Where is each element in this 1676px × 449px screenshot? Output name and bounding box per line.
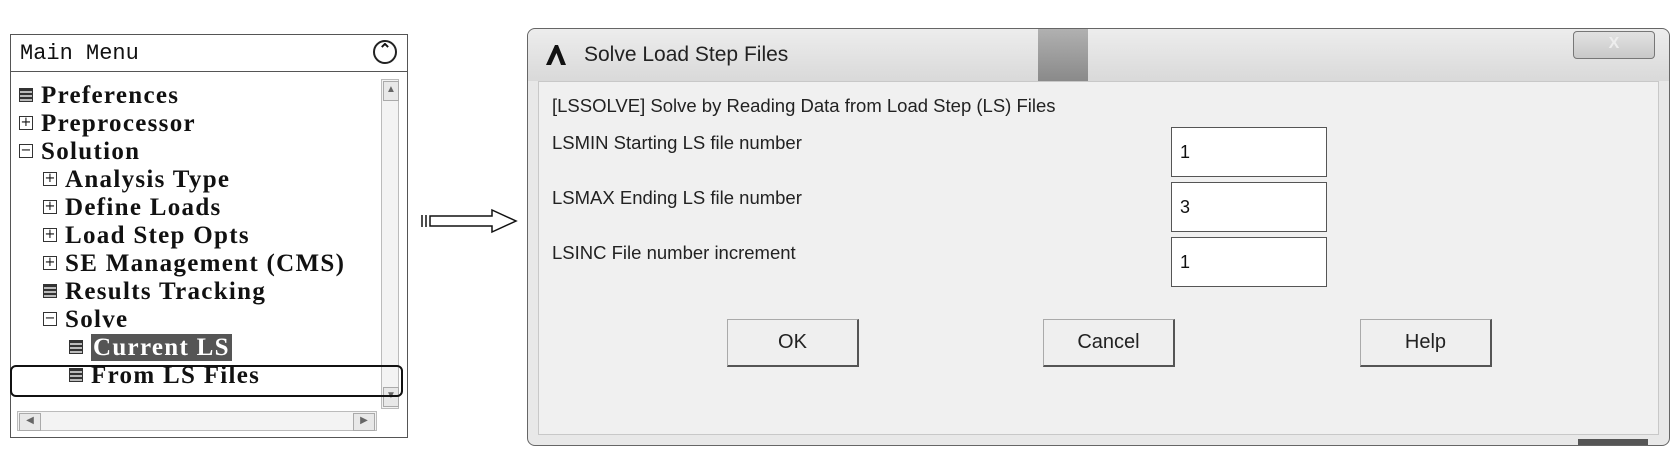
scroll-up-icon[interactable]: ▲ [383,81,399,101]
doc-icon [69,340,83,355]
doc-icon [19,88,33,103]
menu-item-preferences[interactable]: Preferences [19,82,377,110]
dialog-title: Solve Load Step Files [584,43,789,66]
from-ls-files-highlight [10,365,403,397]
plus-box-icon[interactable]: + [19,116,33,131]
menu-item-results-tracking[interactable]: Results Tracking [19,278,377,306]
dialog-titlebar[interactable]: Solve Load Step Files X [528,29,1669,81]
menu-item-load-step-opts[interactable]: + Load Step Opts [19,222,377,250]
double-chevron-up-icon[interactable]: ⌃ [373,40,397,64]
lsmax-label: LSMAX Ending LS file number [552,187,802,208]
menu-item-preprocessor[interactable]: + Preprocessor [19,110,377,138]
help-button[interactable]: Help [1360,319,1492,367]
doc-icon [43,284,57,299]
minus-box-icon[interactable]: − [43,312,57,327]
solve-load-step-files-dialog: Solve Load Step Files X [LSSOLVE] Solve … [527,28,1670,446]
cancel-button[interactable]: Cancel [1043,319,1175,367]
plus-box-icon[interactable]: + [43,172,57,187]
command-description: [LSSOLVE] Solve by Reading Data from Loa… [552,95,1056,116]
menu-item-solution[interactable]: − Solution [19,138,377,166]
close-button[interactable]: X [1573,31,1655,59]
vertical-scrollbar[interactable]: ▲ ▼ [381,79,399,409]
plus-box-icon[interactable]: + [43,200,57,215]
arrow-right-icon [421,208,518,234]
scroll-right-icon[interactable]: ▶ [353,413,375,431]
ok-button[interactable]: OK [727,319,859,367]
menu-item-analysis-type[interactable]: + Analysis Type [19,166,377,194]
menu-item-se-management[interactable]: + SE Management (CMS) [19,250,377,278]
main-menu-title: Main Menu [20,41,139,66]
lsinc-input[interactable] [1171,237,1327,287]
plus-box-icon[interactable]: + [43,228,57,243]
menu-tree: Preferences + Preprocessor − Solution + Ana… [19,82,377,396]
lsinc-label: LSINC File number increment [552,242,796,263]
lsmin-input[interactable] [1171,127,1327,177]
horizontal-scrollbar[interactable]: ◀ ▶ [17,411,377,431]
menu-item-solve[interactable]: − Solve [19,306,377,334]
plus-box-icon[interactable]: + [43,256,57,271]
lsmax-input[interactable] [1171,182,1327,232]
ansys-logo-icon [546,45,566,65]
lsmin-label: LSMIN Starting LS file number [552,132,802,153]
minus-box-icon[interactable]: − [19,144,33,159]
menu-item-current-ls[interactable]: Current LS [19,334,377,362]
scroll-left-icon[interactable]: ◀ [19,413,41,431]
main-menu-header: Main Menu ⌃ [11,35,407,72]
menu-item-define-loads[interactable]: + Define Loads [19,194,377,222]
